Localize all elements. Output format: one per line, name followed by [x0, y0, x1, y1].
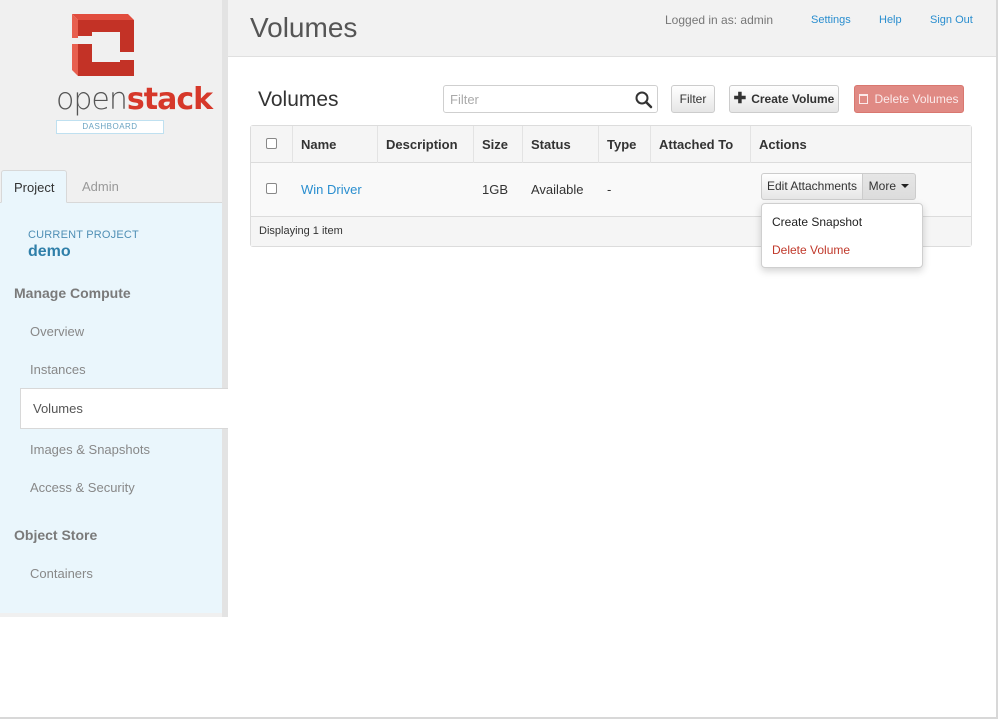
sidebar-item-overview[interactable]: Overview: [30, 324, 84, 339]
trash-icon: [859, 94, 869, 104]
caret-down-icon: [901, 184, 910, 188]
table-header: Name Description Size Status Type Attach…: [251, 126, 971, 163]
more-actions-button[interactable]: More: [862, 173, 916, 200]
openstack-logo[interactable]: openstack DASHBOARD: [50, 12, 213, 137]
openstack-cube-icon: [72, 14, 134, 76]
sidebar-item-volumes[interactable]: Volumes: [20, 388, 228, 429]
current-project-label: CURRENT PROJECT: [28, 229, 139, 241]
column-header-description[interactable]: Description: [386, 137, 458, 152]
sidebar-item-containers[interactable]: Containers: [30, 566, 93, 581]
settings-link[interactable]: Settings: [811, 14, 851, 26]
volume-status: Available: [531, 182, 584, 197]
sidebar-item-volumes-label: Volumes: [33, 401, 83, 416]
section-manage-compute: Manage Compute: [14, 285, 131, 301]
section-object-store: Object Store: [14, 527, 98, 543]
delete-volumes-button[interactable]: Delete Volumes: [854, 85, 964, 113]
row-checkbox[interactable]: [266, 183, 277, 194]
search-icon[interactable]: [634, 90, 654, 110]
select-all-checkbox[interactable]: [266, 138, 277, 149]
sidebar-item-instances[interactable]: Instances: [30, 362, 86, 377]
tab-admin[interactable]: Admin: [70, 170, 131, 203]
sign-out-link[interactable]: Sign Out: [930, 14, 973, 26]
tab-project[interactable]: Project: [1, 170, 67, 203]
delete-volumes-label: Delete Volumes: [874, 92, 959, 106]
help-link[interactable]: Help: [879, 14, 902, 26]
create-volume-label: Create Volume: [751, 92, 835, 106]
current-project-name[interactable]: demo: [28, 243, 71, 261]
column-header-name[interactable]: Name: [301, 137, 336, 152]
table-title: Volumes: [258, 88, 339, 111]
logo-wordmark: openstack: [56, 82, 213, 117]
plus-icon: ✚: [733, 90, 747, 107]
sidebar: openstack DASHBOARD Project Admin CURREN…: [0, 0, 228, 617]
sidebar-tabs: Project Admin: [0, 170, 222, 203]
logo-word-open: open: [56, 82, 128, 117]
filter-button[interactable]: Filter: [671, 85, 715, 113]
more-actions-menu: Create Snapshot Delete Volume: [761, 203, 923, 268]
column-header-size[interactable]: Size: [482, 137, 508, 152]
sidebar-item-access-security[interactable]: Access & Security: [30, 480, 135, 495]
logo-word-stack: stack: [126, 82, 213, 117]
logo-dashboard-label: DASHBOARD: [56, 120, 164, 134]
column-header-attached-to[interactable]: Attached To: [659, 137, 733, 152]
sidebar-item-images-snapshots[interactable]: Images & Snapshots: [30, 442, 150, 457]
item-count: Displaying 1 item: [259, 225, 343, 237]
page-title: Volumes: [250, 12, 358, 43]
edit-attachments-button[interactable]: Edit Attachments: [761, 173, 863, 200]
page-header: Volumes Logged in as: admin Settings Hel…: [228, 0, 998, 57]
logged-in-user: Logged in as: admin: [665, 13, 774, 27]
filter-field[interactable]: [443, 85, 658, 113]
create-volume-button[interactable]: ✚ Create Volume: [729, 85, 839, 113]
menu-item-delete-volume[interactable]: Delete Volume: [772, 243, 850, 257]
volume-name-link[interactable]: Win Driver: [301, 182, 362, 197]
column-header-actions: Actions: [759, 137, 807, 152]
more-label: More: [868, 179, 896, 193]
column-header-status[interactable]: Status: [531, 137, 571, 152]
volume-type: -: [607, 182, 612, 197]
menu-item-create-snapshot[interactable]: Create Snapshot: [772, 215, 862, 229]
project-nav-panel: CURRENT PROJECT demo Manage Compute Over…: [0, 203, 228, 613]
volume-size: 1GB: [482, 182, 509, 197]
column-header-type[interactable]: Type: [607, 137, 636, 152]
filter-input[interactable]: [450, 92, 630, 107]
